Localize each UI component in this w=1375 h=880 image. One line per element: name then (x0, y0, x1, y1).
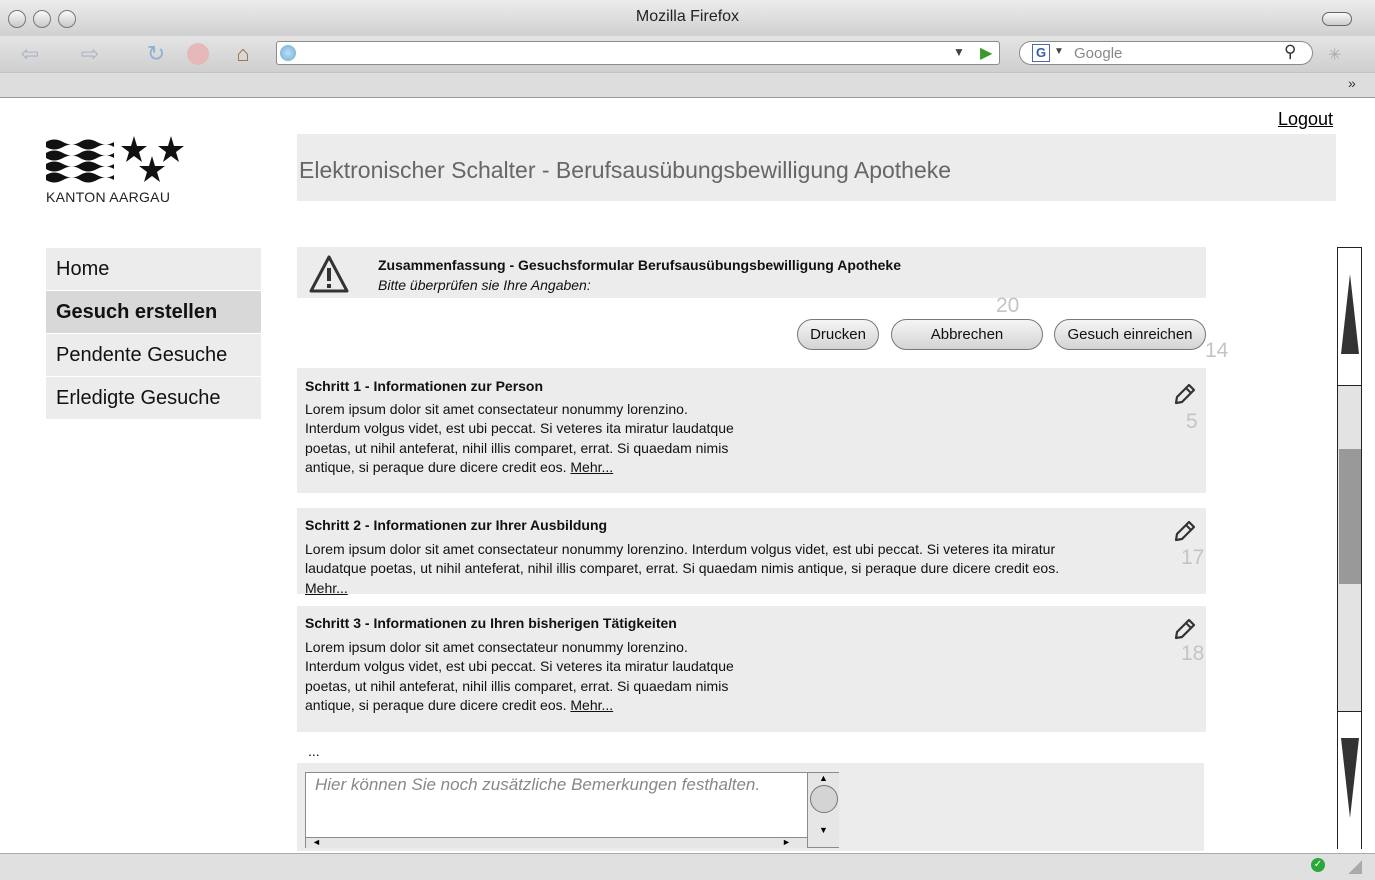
home-button[interactable]: ⌂ (229, 42, 257, 66)
logo-text: KANTON AARGAU (46, 189, 171, 205)
browser-statusbar (0, 853, 1375, 880)
engine-dropdown-icon[interactable]: ▼ (1054, 46, 1064, 57)
bookmarks-bar (0, 72, 1375, 98)
comment-scroll-thumb[interactable] (810, 785, 838, 813)
kanton-aargau-logo-icon (46, 136, 184, 183)
search-icon[interactable]: ⚲ (1284, 42, 1296, 62)
scroll-left-icon[interactable]: ◄ (312, 837, 321, 847)
step-2-title: Schritt 2 - Informationen zur Ihrer Ausb… (305, 517, 608, 533)
step-1-more-link[interactable]: Mehr... (570, 459, 613, 475)
throbber-icon: ✳ (1328, 47, 1342, 64)
print-button[interactable]: Drucken (797, 319, 879, 350)
step-3-text: Lorem ipsum dolor sit amet consectateur … (305, 639, 734, 713)
pencil-icon[interactable] (1172, 381, 1198, 407)
pencil-icon[interactable] (1172, 518, 1198, 544)
back-button[interactable]: ⇦ (16, 42, 44, 66)
sidebar-item-gesuch-erstellen[interactable]: Gesuch erstellen (46, 291, 261, 333)
url-dropdown-icon[interactable]: ▼ (953, 45, 965, 59)
go-icon[interactable]: ▶ (980, 43, 992, 63)
more-steps-ellipsis: ... (308, 743, 320, 759)
step-2-more-link[interactable]: Mehr... (305, 580, 348, 596)
page-title: Elektronischer Schalter - Berufsausübung… (299, 157, 952, 183)
alert-title: Zusammenfassung - Gesuchsformular Berufs… (378, 257, 902, 273)
page-scroll-thumb[interactable] (1339, 449, 1361, 584)
stop-button[interactable] (187, 43, 209, 65)
globe-icon (280, 45, 296, 61)
bookmarks-overflow-icon[interactable]: » (1348, 75, 1356, 91)
forward-button[interactable]: ⇨ (76, 42, 104, 66)
search-placeholder: Google (1074, 45, 1123, 62)
annotation-badge: 20 (996, 294, 1020, 317)
toolbar-toggle-button[interactable] (1322, 12, 1352, 26)
step-1-text: Lorem ipsum dolor sit amet consectateur … (305, 401, 734, 475)
step-3-title: Schritt 3 - Informationen zu Ihren bishe… (305, 615, 677, 631)
sidebar-item-home[interactable]: Home (46, 248, 261, 290)
annotation-badge: 17 (1181, 546, 1205, 569)
sidebar-item-erledigte-gesuche[interactable]: Erledigte Gesuche (46, 377, 261, 419)
comment-placeholder: Hier können Sie noch zusätzliche Bemerku… (315, 775, 761, 794)
scroll-up-icon[interactable]: ▲ (808, 773, 839, 783)
scroll-down-arrow-icon (1341, 738, 1359, 818)
annotation-badge: 5 (1186, 410, 1198, 433)
pencil-icon[interactable] (1172, 616, 1198, 642)
google-engine-icon[interactable]: G (1032, 44, 1050, 62)
comment-vscrollbar[interactable]: ▲ ▼ (807, 773, 839, 847)
url-input[interactable]: ▼ ▶ (276, 41, 1000, 65)
scroll-up-arrow-icon (1341, 274, 1359, 354)
sidebar-item-pendente-gesuche[interactable]: Pendente Gesuche (46, 334, 261, 376)
reload-icon: ↻ (146, 41, 166, 66)
scroll-right-icon[interactable]: ► (782, 837, 791, 847)
cancel-button[interactable]: Abbrechen (891, 319, 1043, 350)
forward-arrow-icon: ⇨ (80, 41, 100, 66)
step-1-title: Schritt 1 - Informationen zur Person (305, 378, 544, 394)
back-arrow-icon: ⇦ (20, 41, 40, 66)
window-title: Mozilla Firefox (635, 8, 740, 25)
reload-button[interactable]: ↻ (142, 42, 170, 66)
resize-grip-icon[interactable] (1348, 860, 1362, 874)
step-2-text: Lorem ipsum dolor sit amet consectateur … (305, 541, 1060, 596)
submit-request-button[interactable]: Gesuch einreichen (1054, 319, 1206, 350)
scroll-down-button[interactable] (1338, 711, 1361, 849)
alert-subtitle: Bitte überprüfen sie Ihre Angaben: (378, 277, 591, 293)
warning-icon (309, 255, 349, 293)
logout-link[interactable]: Logout (1278, 109, 1333, 130)
step-3-more-link[interactable]: Mehr... (570, 697, 613, 713)
scroll-up-button[interactable] (1338, 248, 1361, 386)
annotation-badge: 14 (1205, 339, 1229, 362)
home-icon: ⌂ (236, 41, 250, 66)
status-ok-icon: ✓ (1311, 858, 1325, 872)
comment-hscrollbar[interactable]: ◄ ► (306, 837, 807, 848)
search-input[interactable]: G ▼ ⚲ (1019, 41, 1313, 65)
annotation-badge: 18 (1181, 642, 1205, 665)
scroll-down-icon[interactable]: ▼ (808, 825, 839, 835)
